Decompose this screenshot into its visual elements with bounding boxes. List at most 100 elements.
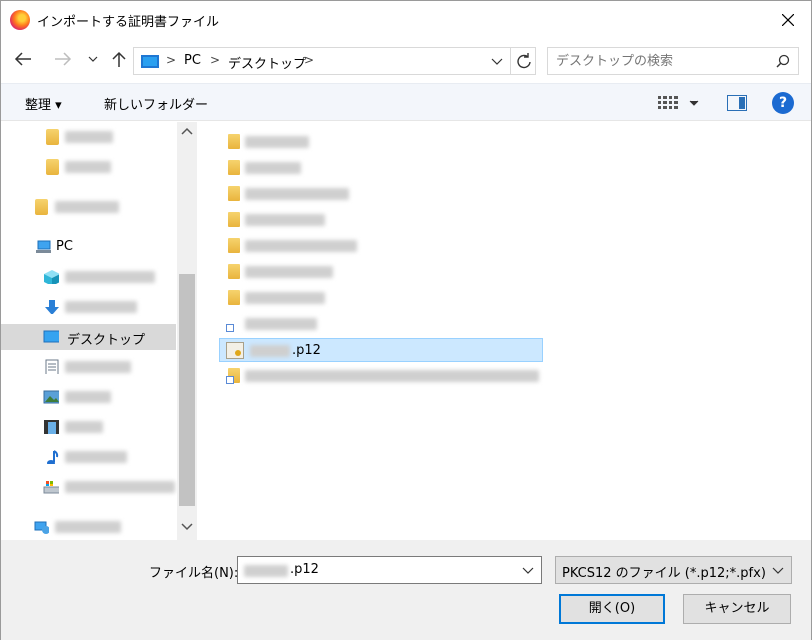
desktop-icon (43, 330, 59, 343)
picture-icon (43, 390, 59, 404)
breadcrumb-separator: > (304, 53, 315, 67)
open-button[interactable]: 開く(O) (559, 594, 665, 624)
list-item[interactable] (219, 312, 543, 336)
address-bar[interactable]: > PC > デスクトップ > (133, 47, 536, 75)
list-item[interactable] (219, 260, 543, 284)
recent-locations-button[interactable] (87, 49, 101, 73)
organize-button[interactable]: 整理 ▾ (25, 94, 62, 113)
breadcrumb-desktop[interactable]: デスクトップ (228, 53, 306, 72)
blurred-label (65, 271, 155, 283)
nav-item-3d-objects[interactable] (1, 264, 176, 290)
filetype-select[interactable]: PKCS12 のファイル (*.p12;*.pfx) (555, 556, 792, 584)
nav-item-folder[interactable] (1, 194, 176, 220)
nav-item-videos[interactable] (1, 414, 176, 440)
folder-icon (35, 199, 48, 215)
blurred-label (245, 318, 317, 330)
blurred-label (244, 565, 288, 577)
blurred-label (55, 201, 119, 213)
nav-item-label: デスクトップ (67, 333, 146, 348)
blurred-label (65, 361, 131, 373)
blurred-label (65, 421, 103, 433)
blurred-label (65, 391, 111, 403)
folder-icon (228, 290, 240, 305)
help-button[interactable]: ? (772, 92, 794, 114)
filetype-value: PKCS12 のファイル (*.p12;*.pfx) (562, 566, 766, 581)
nav-item-pc[interactable]: PC (1, 234, 176, 260)
blurred-label (65, 131, 113, 143)
certificate-icon (226, 342, 244, 359)
search-input[interactable] (556, 52, 766, 70)
close-button[interactable] (765, 1, 811, 39)
list-item[interactable] (219, 208, 543, 232)
blurred-label (245, 136, 309, 148)
blurred-label (245, 370, 539, 382)
folder-icon (228, 186, 240, 201)
navigation-bar: > PC > デスクトップ > (1, 39, 811, 83)
folder-icon (46, 129, 59, 145)
firefox-icon (10, 10, 30, 30)
new-folder-button[interactable]: 新しいフォルダー (104, 94, 208, 113)
title-bar: インポートする証明書ファイル (1, 1, 811, 39)
folder-icon (46, 159, 59, 175)
download-arrow-icon (45, 300, 59, 314)
folder-icon (228, 212, 240, 227)
nav-item-pictures[interactable] (1, 384, 176, 410)
breadcrumb-separator: > (166, 53, 177, 67)
list-item-selected[interactable]: .p12 (219, 338, 543, 362)
blurred-label (245, 162, 301, 174)
film-icon (44, 420, 59, 434)
chevron-down-icon[interactable] (490, 54, 504, 68)
blurred-label (65, 451, 127, 463)
blurred-label (65, 301, 137, 313)
search-box[interactable] (547, 47, 799, 75)
breadcrumb-pc[interactable]: PC (184, 53, 201, 68)
preview-pane-button[interactable] (727, 95, 747, 111)
list-item[interactable] (219, 286, 543, 310)
blurred-label (55, 521, 121, 533)
cancel-button[interactable]: キャンセル (683, 594, 791, 624)
shortcut-icon (226, 376, 234, 384)
pc-icon (36, 240, 51, 253)
forward-button[interactable] (53, 49, 77, 73)
help-icon: ? (778, 95, 788, 111)
view-list-icon (658, 96, 699, 109)
chevron-down-icon[interactable] (181, 522, 193, 532)
nav-item-music[interactable] (1, 444, 176, 470)
nav-item-desktop[interactable]: デスクトップ (1, 324, 176, 350)
file-open-dialog: インポートする証明書ファイル > PC > デスクトップ > デスクトップの検索… (0, 0, 812, 640)
filename-label: ファイル名(N): (149, 566, 239, 581)
arrow-left-icon (14, 52, 31, 66)
scrollbar-thumb[interactable] (179, 274, 195, 506)
shortcut-icon (226, 324, 234, 332)
nav-item-documents[interactable] (1, 354, 176, 380)
blurred-label (245, 292, 325, 304)
nav-item-folder[interactable] (1, 154, 176, 180)
folder-icon (228, 238, 240, 253)
music-note-icon (47, 450, 59, 464)
chevron-down-icon[interactable] (521, 564, 535, 578)
up-button[interactable] (109, 49, 133, 73)
back-button[interactable] (13, 49, 37, 73)
refresh-button[interactable] (510, 48, 536, 74)
list-item[interactable] (219, 364, 549, 388)
nav-item-downloads[interactable] (1, 294, 176, 320)
change-view-button[interactable] (657, 95, 701, 115)
list-item[interactable] (219, 182, 543, 206)
folder-icon (228, 134, 240, 149)
file-name: .p12 (292, 343, 321, 358)
list-item[interactable] (219, 130, 543, 154)
filename-value: .p12 (290, 562, 319, 577)
nav-item-folder[interactable] (1, 124, 176, 150)
list-item[interactable] (219, 156, 543, 180)
chevron-up-icon[interactable] (181, 126, 193, 136)
pc-icon (141, 55, 159, 68)
nav-scrollbar[interactable] (177, 122, 197, 540)
filename-input[interactable]: .p12 (237, 556, 542, 584)
folder-icon (228, 264, 240, 279)
blurred-label (245, 266, 333, 278)
network-icon (34, 521, 49, 534)
list-item[interactable] (219, 234, 543, 258)
nav-item-local-disk[interactable] (1, 474, 176, 500)
nav-item-network[interactable] (1, 514, 176, 540)
dialog-title: インポートする証明書ファイル (37, 15, 220, 30)
